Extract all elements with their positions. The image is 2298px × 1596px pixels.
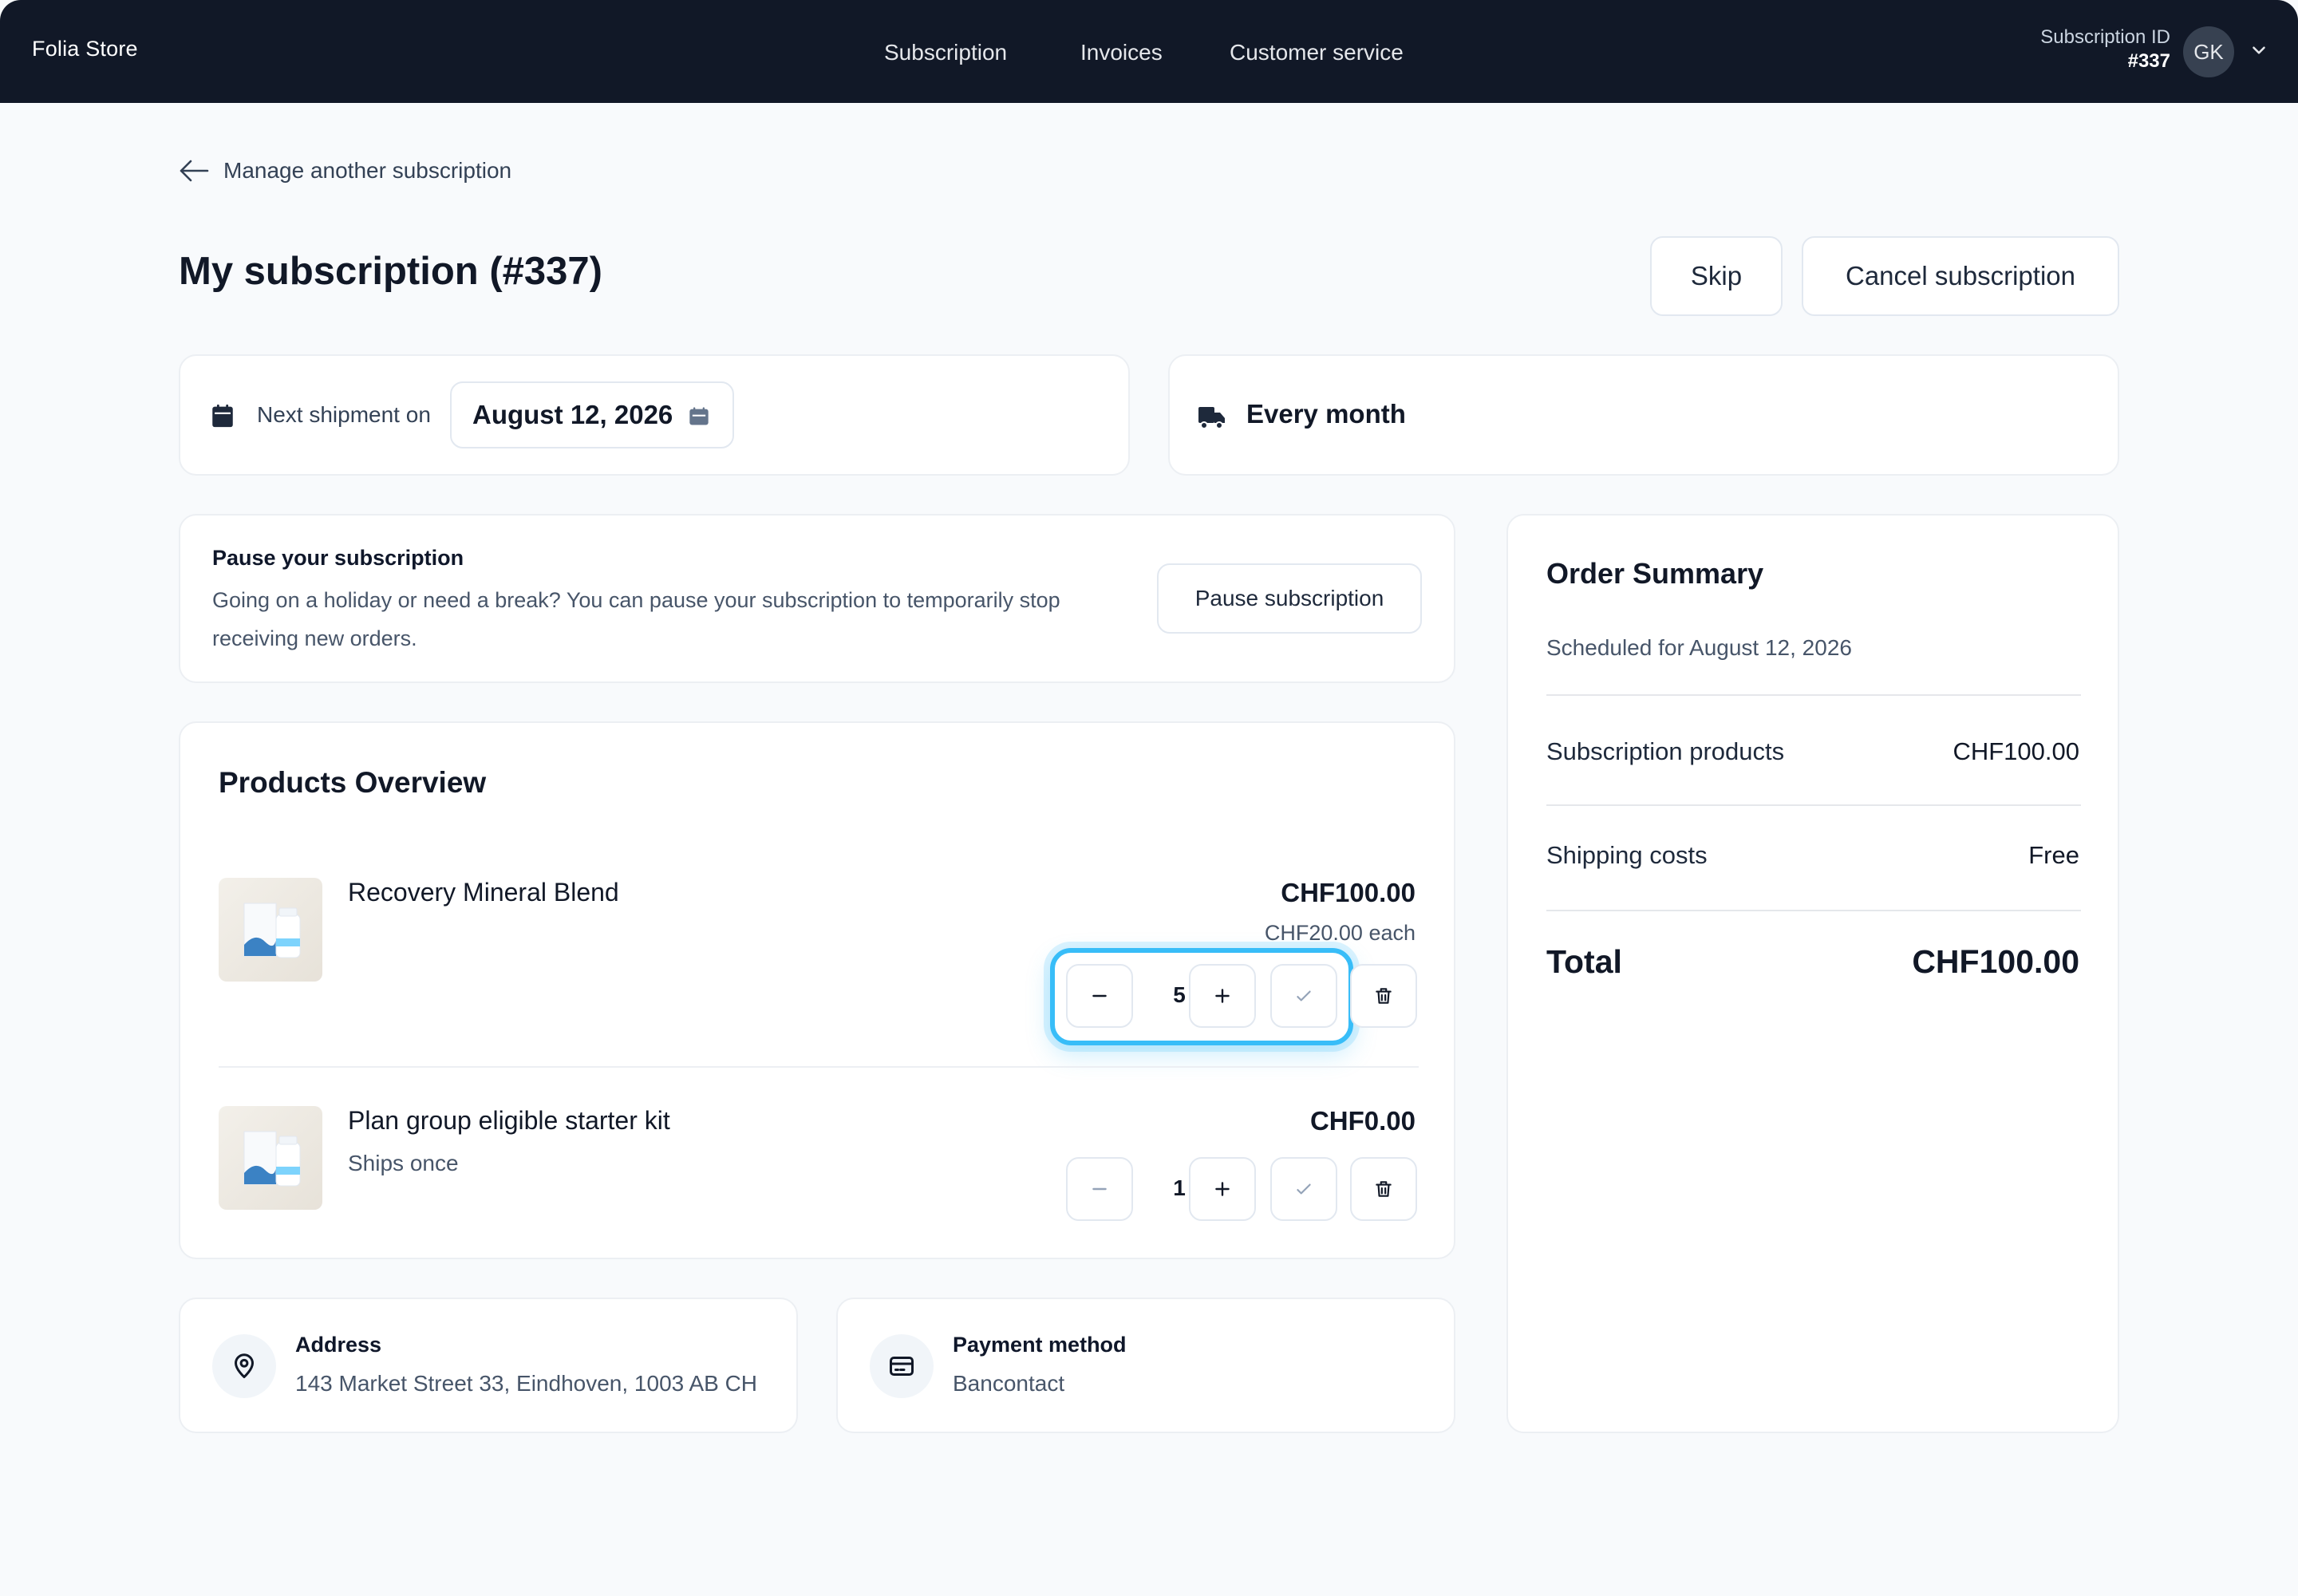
shipping-costs-value: Free (2028, 841, 2079, 869)
payment-method-card[interactable]: Payment method Bancontact (836, 1298, 1455, 1433)
trash-icon (1376, 988, 1392, 1004)
products-overview-card: Products Overview Recovery Mineral Blend… (179, 721, 1455, 1259)
product-image (219, 1106, 322, 1210)
cancel-subscription-button[interactable]: Cancel subscription (1802, 236, 2119, 316)
pause-description: Going on a holiday or need a break? You … (212, 588, 1060, 650)
avatar[interactable]: GK (2183, 26, 2234, 77)
increase-quantity-button[interactable] (1189, 964, 1256, 1028)
check-icon (1297, 1183, 1311, 1195)
minus-icon (1092, 1187, 1107, 1191)
manage-another-subscription-link[interactable]: Manage another subscription (179, 156, 511, 185)
decrease-quantity-button[interactable] (1066, 1157, 1133, 1221)
truck-icon (1198, 407, 1225, 429)
summary-divider (1546, 804, 2081, 806)
products-overview-title: Products Overview (219, 766, 487, 799)
address-card[interactable]: Address 143 Market Street 33, Eindhoven,… (179, 1298, 798, 1433)
order-summary-title: Order Summary (1546, 557, 1764, 590)
increase-quantity-button[interactable] (1189, 1157, 1256, 1221)
store-logo[interactable]: Folia Store (32, 37, 138, 61)
product-name: Recovery Mineral Blend (348, 878, 619, 907)
pause-title: Pause your subscription (212, 546, 464, 570)
order-summary-card: Order Summary Scheduled for August 12, 2… (1506, 514, 2119, 1433)
order-scheduled-date: Scheduled for August 12, 2026 (1546, 635, 1852, 660)
next-shipment-label: Next shipment on (257, 402, 431, 427)
nav-subscription[interactable]: Subscription (884, 40, 1007, 65)
delivery-frequency-value: Every month (1246, 399, 1406, 429)
minus-icon (1092, 994, 1107, 998)
subscription-products-label: Subscription products (1546, 737, 1785, 765)
subscription-id-display: Subscription ID #337 (2040, 26, 2170, 73)
page-title: My subscription (#337) (179, 250, 602, 293)
product-name: Plan group eligible starter kit (348, 1106, 670, 1135)
shipment-date-picker[interactable]: August 12, 2026 (450, 381, 734, 448)
product-subtitle: Ships once (348, 1151, 459, 1175)
nav-invoices[interactable]: Invoices (1080, 40, 1163, 65)
trash-icon (1376, 1181, 1392, 1197)
skip-button[interactable]: Skip (1650, 236, 1783, 316)
address-value: 143 Market Street 33, Eindhoven, 1003 AB… (295, 1371, 758, 1396)
remove-product-button[interactable] (1350, 964, 1417, 1028)
calendar-icon (212, 404, 233, 428)
product-unit-price: CHF20.00 each (1264, 921, 1416, 945)
product-divider (219, 1066, 1419, 1068)
remove-product-button[interactable] (1350, 1157, 1417, 1221)
subscription-id-value: #337 (2127, 50, 2170, 72)
calendar-icon (689, 407, 709, 425)
arrow-left-icon (180, 160, 209, 182)
delivery-frequency-card[interactable]: Every month (1168, 354, 2119, 476)
summary-divider (1546, 694, 2081, 696)
shipment-date-value: August 12, 2026 (472, 400, 673, 429)
check-icon (1297, 990, 1311, 1001)
credit-card-icon (890, 1357, 914, 1376)
shipping-costs-label: Shipping costs (1546, 841, 1708, 869)
map-pin-icon (235, 1353, 254, 1378)
payment-method-title: Payment method (953, 1333, 1127, 1357)
subscription-id-label: Subscription ID (2040, 26, 2170, 48)
total-value: CHF100.00 (1912, 943, 2079, 980)
confirm-quantity-button[interactable] (1270, 1157, 1337, 1221)
address-title: Address (295, 1333, 382, 1357)
nav-customer-service[interactable]: Customer service (1230, 40, 1404, 65)
total-label: Total (1546, 943, 1622, 980)
next-shipment-card: Next shipment on August 12, 2026 (179, 354, 1130, 476)
decrease-quantity-button[interactable] (1066, 964, 1133, 1028)
pause-subscription-card: Pause your subscription Going on a holid… (179, 514, 1455, 683)
summary-divider (1546, 910, 2081, 911)
payment-method-value: Bancontact (953, 1371, 1065, 1396)
pause-subscription-button[interactable]: Pause subscription (1157, 563, 1422, 634)
product-image (219, 878, 322, 982)
confirm-quantity-button[interactable] (1270, 964, 1337, 1028)
address-icon-wrapper (212, 1334, 276, 1398)
subscription-products-value: CHF100.00 (1953, 737, 2079, 765)
back-link-label: Manage another subscription (223, 158, 512, 183)
product-price: CHF100.00 (1281, 878, 1416, 907)
plus-icon (1215, 989, 1230, 1003)
chevron-down-icon[interactable] (2249, 40, 2269, 61)
product-price: CHF0.00 (1309, 1106, 1416, 1136)
top-navigation: Folia Store Subscription Invoices Custom… (0, 0, 2298, 103)
plus-icon (1215, 1182, 1230, 1196)
payment-icon-wrapper (870, 1334, 934, 1398)
